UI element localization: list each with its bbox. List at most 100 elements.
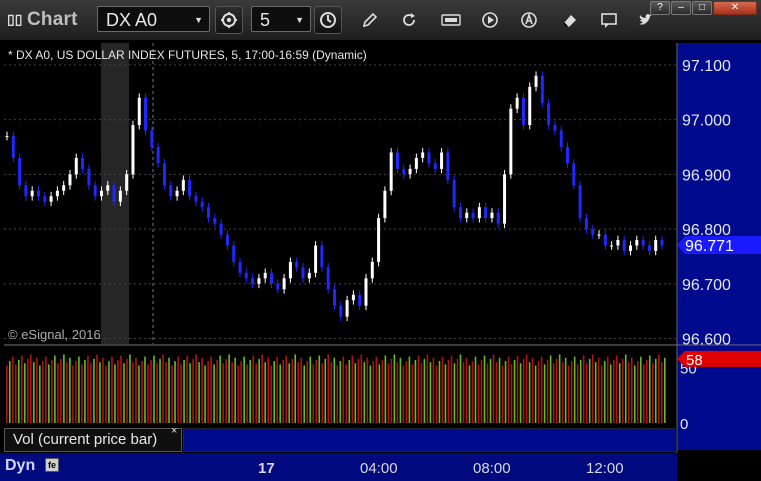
volume-bar xyxy=(135,357,137,423)
volume-bar xyxy=(18,359,20,423)
candle-body xyxy=(263,272,267,279)
volume-bar xyxy=(621,358,624,423)
candle-body xyxy=(641,240,645,246)
volume-bar xyxy=(516,355,519,423)
candle-body xyxy=(326,267,330,290)
volume-bar xyxy=(276,356,279,423)
price-chart[interactable]: 97.10097.00096.90096.80096.70096.60096.7… xyxy=(0,0,761,481)
candle-body xyxy=(333,289,336,306)
candle-body xyxy=(162,163,166,186)
volume-bar xyxy=(384,355,387,423)
candle-body xyxy=(515,97,519,109)
candle-body xyxy=(414,157,418,169)
volume-bar xyxy=(144,356,146,423)
volume-bar xyxy=(297,362,300,423)
volume-bar xyxy=(555,358,558,423)
volume-bar xyxy=(582,355,585,423)
volume-bar xyxy=(291,358,294,423)
volume-bar xyxy=(324,358,327,423)
volume-bar xyxy=(483,355,486,423)
volume-bar xyxy=(495,362,498,423)
volume-bar xyxy=(594,362,597,423)
candle-body xyxy=(534,75,538,87)
volume-bar xyxy=(282,359,285,423)
candle-body xyxy=(477,207,481,219)
volume-bar xyxy=(498,357,501,423)
volume-bar xyxy=(171,365,173,423)
candle-body xyxy=(169,185,173,197)
volume-bar xyxy=(261,354,263,423)
candle-body xyxy=(389,152,393,191)
volume-bar xyxy=(33,362,35,423)
volume-bar xyxy=(342,356,345,423)
candle-body xyxy=(358,294,362,306)
candle-body xyxy=(118,190,122,202)
volume-bar xyxy=(510,364,513,423)
candle-body xyxy=(465,212,469,219)
volume-bar xyxy=(294,354,297,423)
volume-bar xyxy=(264,362,266,423)
candle-body xyxy=(194,196,198,202)
volume-bar xyxy=(327,354,330,423)
candle-body xyxy=(540,75,544,104)
candle-body xyxy=(591,229,595,235)
volume-bar xyxy=(438,361,441,423)
volume-bar xyxy=(96,354,98,423)
volume-bar xyxy=(552,363,555,423)
candle-body xyxy=(383,190,387,219)
volume-bar xyxy=(633,365,636,423)
volume-bar xyxy=(312,364,315,423)
copyright-text: © eSignal, 2016 xyxy=(8,327,101,342)
candle-body xyxy=(81,157,85,169)
volume-bar xyxy=(162,354,164,423)
volume-bar xyxy=(333,357,336,423)
candle-body xyxy=(547,103,551,126)
candle-body xyxy=(150,130,154,147)
candle-body xyxy=(622,240,626,251)
volume-bar xyxy=(156,363,158,423)
candle-body xyxy=(68,174,72,186)
volume-bar xyxy=(534,365,537,423)
volume-bar xyxy=(228,354,230,423)
volume-bar xyxy=(123,363,125,423)
volume-bar xyxy=(150,359,152,423)
volume-bar xyxy=(471,361,474,423)
candle-body xyxy=(490,212,494,219)
candle-body xyxy=(584,218,588,230)
dynamic-settings-icon[interactable]: fe xyxy=(45,458,59,472)
volume-bar xyxy=(222,363,224,423)
volume-bar xyxy=(405,361,408,423)
time-axis[interactable] xyxy=(0,453,677,481)
volume-bar xyxy=(105,365,107,423)
candle-body xyxy=(295,261,299,268)
candle-body xyxy=(156,146,160,164)
volume-bar xyxy=(153,355,155,423)
candle-body xyxy=(364,278,368,306)
close-study-icon[interactable]: × xyxy=(171,425,177,437)
candle-body xyxy=(18,157,22,186)
x-tick-label: 17 xyxy=(258,460,275,477)
volume-bar xyxy=(474,356,477,423)
volume-bar xyxy=(90,363,92,423)
volume-study-label[interactable]: Vol (current price bar) xyxy=(4,428,182,452)
candle-body xyxy=(49,196,53,202)
volume-bar xyxy=(255,363,257,423)
volume-bar xyxy=(129,354,131,423)
last-price-label: 96.771 xyxy=(685,238,734,255)
volume-bar xyxy=(408,356,411,423)
candle-body xyxy=(225,234,229,246)
volume-bar xyxy=(36,357,38,423)
volume-bar xyxy=(528,362,531,423)
candle-body xyxy=(395,152,399,169)
volume-bar xyxy=(378,364,381,423)
vol-tick-label: 0 xyxy=(680,416,688,433)
candle-body xyxy=(251,278,255,284)
volume-bar xyxy=(351,355,354,423)
candle-body xyxy=(345,300,349,317)
candle-body xyxy=(93,185,97,197)
candle-body xyxy=(503,174,507,224)
volume-bar xyxy=(192,358,194,423)
volume-bar xyxy=(570,361,573,423)
volume-bar xyxy=(507,356,510,423)
volume-bar xyxy=(126,358,128,423)
